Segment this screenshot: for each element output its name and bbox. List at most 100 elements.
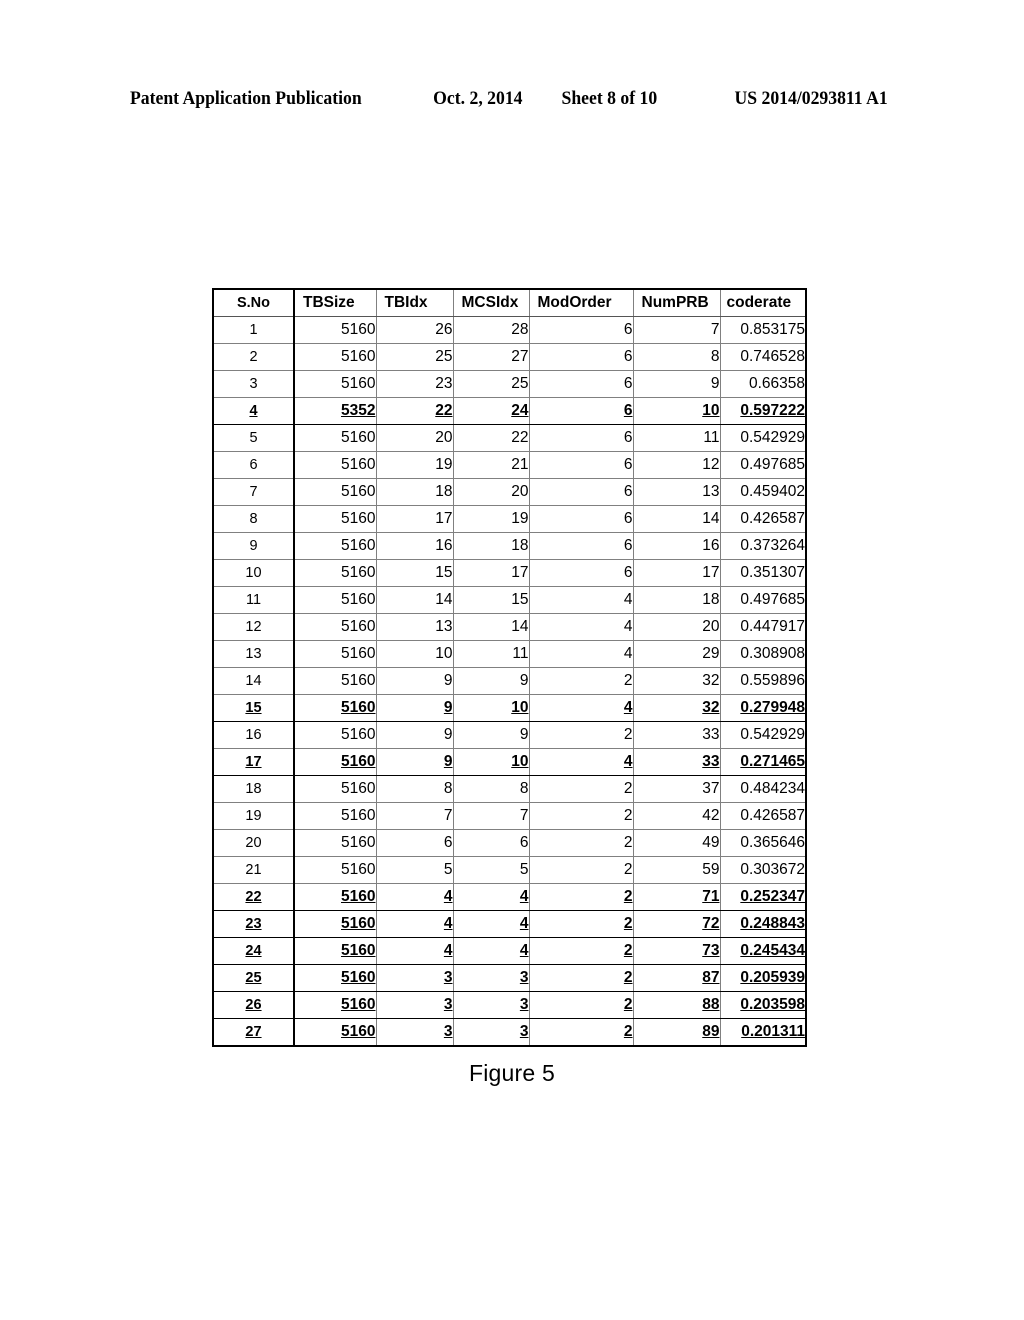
cell-coderate: 0.497685 bbox=[719, 586, 807, 614]
cell-mcsidx: 20 bbox=[452, 478, 530, 506]
cell-tbsize: 5160 bbox=[293, 505, 377, 533]
mcs-tbsize-table: S.No TBSize TBIdx MCSIdx ModOrder NumPRB… bbox=[212, 288, 807, 1047]
cell-coderate: 0.248843 bbox=[719, 910, 807, 938]
cell-tbidx: 3 bbox=[375, 1018, 454, 1047]
cell-sno: 15 bbox=[212, 694, 295, 722]
table-row: 9 5160 16 18 6 16 0.373264 bbox=[212, 532, 807, 560]
cell-tbidx: 8 bbox=[375, 775, 454, 803]
column-header-numprb: NumPRB bbox=[632, 288, 721, 317]
cell-sno: 17 bbox=[212, 748, 295, 776]
sheet-number: Sheet 8 of 10 bbox=[561, 88, 658, 109]
cell-numprb: 89 bbox=[632, 1018, 721, 1047]
cell-coderate: 0.201311 bbox=[719, 1018, 807, 1047]
cell-sno: 10 bbox=[212, 559, 295, 587]
cell-sno: 23 bbox=[212, 910, 295, 938]
table-row: 23 5160 4 4 2 72 0.248843 bbox=[212, 910, 807, 938]
cell-modorder: 2 bbox=[528, 721, 634, 749]
cell-modorder: 2 bbox=[528, 1018, 634, 1047]
cell-modorder: 4 bbox=[528, 613, 634, 641]
cell-tbidx: 13 bbox=[375, 613, 454, 641]
cell-sno: 4 bbox=[212, 397, 295, 425]
cell-coderate: 0.245434 bbox=[719, 937, 807, 965]
cell-mcsidx: 4 bbox=[452, 910, 530, 938]
cell-sno: 25 bbox=[212, 964, 295, 992]
cell-coderate: 0.597222 bbox=[719, 397, 807, 425]
figure-table-container: S.No TBSize TBIdx MCSIdx ModOrder NumPRB… bbox=[212, 288, 807, 1047]
cell-mcsidx: 10 bbox=[452, 694, 530, 722]
cell-tbidx: 3 bbox=[375, 991, 454, 1019]
cell-tbsize: 5160 bbox=[293, 451, 377, 479]
cell-numprb: 13 bbox=[632, 478, 721, 506]
cell-sno: 5 bbox=[212, 424, 295, 452]
cell-sno: 16 bbox=[212, 721, 295, 749]
cell-numprb: 18 bbox=[632, 586, 721, 614]
cell-coderate: 0.373264 bbox=[719, 532, 807, 560]
table-row: 22 5160 4 4 2 71 0.252347 bbox=[212, 883, 807, 911]
cell-numprb: 16 bbox=[632, 532, 721, 560]
cell-tbsize: 5160 bbox=[293, 991, 377, 1019]
cell-sno: 14 bbox=[212, 667, 295, 695]
cell-tbidx: 10 bbox=[375, 640, 454, 668]
cell-sno: 22 bbox=[212, 883, 295, 911]
cell-numprb: 8 bbox=[632, 343, 721, 371]
cell-tbidx: 3 bbox=[375, 964, 454, 992]
cell-mcsidx: 3 bbox=[452, 1018, 530, 1047]
cell-mcsidx: 6 bbox=[452, 829, 530, 857]
cell-mcsidx: 4 bbox=[452, 883, 530, 911]
column-header-tbsize: TBSize bbox=[293, 288, 377, 317]
table-row: 13 5160 10 11 4 29 0.308908 bbox=[212, 640, 807, 668]
cell-modorder: 4 bbox=[528, 694, 634, 722]
cell-sno: 6 bbox=[212, 451, 295, 479]
cell-mcsidx: 18 bbox=[452, 532, 530, 560]
cell-tbsize: 5160 bbox=[293, 721, 377, 749]
cell-coderate: 0.365646 bbox=[719, 829, 807, 857]
table-row: 4 5352 22 24 6 10 0.597222 bbox=[212, 397, 807, 425]
cell-coderate: 0.205939 bbox=[719, 964, 807, 992]
cell-modorder: 4 bbox=[528, 748, 634, 776]
cell-coderate: 0.853175 bbox=[719, 316, 807, 344]
cell-numprb: 33 bbox=[632, 748, 721, 776]
table-row: 1 5160 26 28 6 7 0.853175 bbox=[212, 316, 807, 344]
cell-modorder: 6 bbox=[528, 397, 634, 425]
table-row: 21 5160 5 5 2 59 0.303672 bbox=[212, 856, 807, 884]
cell-modorder: 6 bbox=[528, 451, 634, 479]
cell-tbsize: 5160 bbox=[293, 370, 377, 398]
table-row: 14 5160 9 9 2 32 0.559896 bbox=[212, 667, 807, 695]
column-header-sno: S.No bbox=[212, 288, 295, 317]
cell-coderate: 0.497685 bbox=[719, 451, 807, 479]
table-row: 25 5160 3 3 2 87 0.205939 bbox=[212, 964, 807, 992]
cell-mcsidx: 28 bbox=[452, 316, 530, 344]
cell-numprb: 71 bbox=[632, 883, 721, 911]
cell-modorder: 6 bbox=[528, 370, 634, 398]
table-row: 7 5160 18 20 6 13 0.459402 bbox=[212, 478, 807, 506]
cell-numprb: 72 bbox=[632, 910, 721, 938]
cell-coderate: 0.308908 bbox=[719, 640, 807, 668]
publication-label: Patent Application Publication bbox=[130, 88, 362, 109]
cell-modorder: 2 bbox=[528, 964, 634, 992]
cell-mcsidx: 27 bbox=[452, 343, 530, 371]
table-row: 16 5160 9 9 2 33 0.542929 bbox=[212, 721, 807, 749]
cell-modorder: 6 bbox=[528, 424, 634, 452]
table-row: 18 5160 8 8 2 37 0.484234 bbox=[212, 775, 807, 803]
cell-mcsidx: 25 bbox=[452, 370, 530, 398]
table-row: 5 5160 20 22 6 11 0.542929 bbox=[212, 424, 807, 452]
cell-tbsize: 5160 bbox=[293, 532, 377, 560]
cell-coderate: 0.447917 bbox=[719, 613, 807, 641]
cell-mcsidx: 19 bbox=[452, 505, 530, 533]
cell-coderate: 0.426587 bbox=[719, 802, 807, 830]
cell-modorder: 2 bbox=[528, 802, 634, 830]
cell-coderate: 0.426587 bbox=[719, 505, 807, 533]
cell-tbidx: 14 bbox=[375, 586, 454, 614]
cell-numprb: 73 bbox=[632, 937, 721, 965]
cell-numprb: 17 bbox=[632, 559, 721, 587]
cell-tbidx: 16 bbox=[375, 532, 454, 560]
table-row: 11 5160 14 15 4 18 0.497685 bbox=[212, 586, 807, 614]
cell-coderate: 0.279948 bbox=[719, 694, 807, 722]
cell-tbidx: 9 bbox=[375, 694, 454, 722]
cell-coderate: 0.303672 bbox=[719, 856, 807, 884]
cell-mcsidx: 14 bbox=[452, 613, 530, 641]
cell-tbsize: 5160 bbox=[293, 586, 377, 614]
cell-tbidx: 9 bbox=[375, 748, 454, 776]
cell-mcsidx: 24 bbox=[452, 397, 530, 425]
cell-mcsidx: 3 bbox=[452, 991, 530, 1019]
